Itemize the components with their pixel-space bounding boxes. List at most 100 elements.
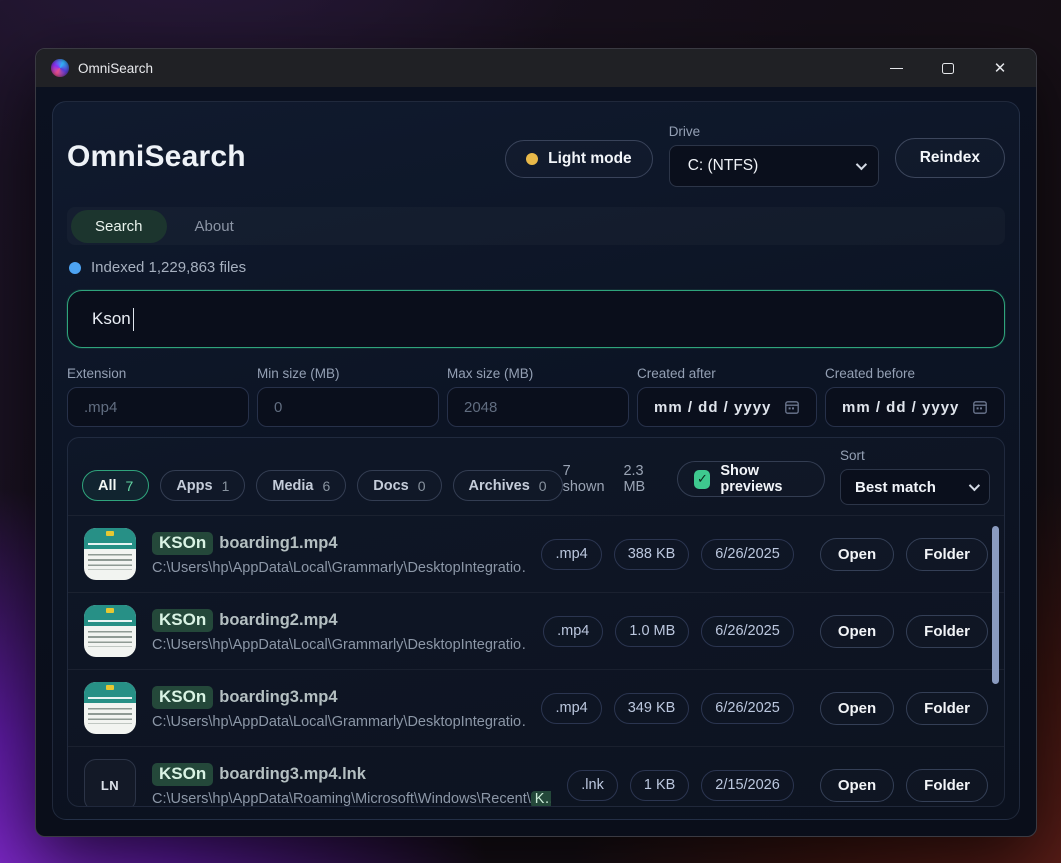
- results-panel: All 7 Apps 1 Media 6 Docs: [67, 437, 1005, 807]
- date-badge: 6/26/2025: [701, 616, 794, 647]
- page-title: OmniSearch: [67, 140, 246, 174]
- result-row[interactable]: KSOn boarding3.mp4 C:\Users\hp\AppData\L…: [68, 669, 1004, 746]
- result-name: KSOn boarding3.mp4.lnk: [152, 763, 551, 786]
- text-caret: [133, 308, 135, 331]
- results-header: All 7 Apps 1 Media 6 Docs: [68, 438, 1004, 515]
- shown-count: 7 shown: [563, 463, 609, 495]
- result-name: KSOn boarding3.mp4: [152, 686, 525, 709]
- filter-created-before: Created before mm / dd / yyyy: [825, 366, 1005, 427]
- filter-extension: Extension: [67, 366, 249, 427]
- result-info: KSOn boarding1.mp4 C:\Users\hp\AppData\L…: [152, 532, 525, 576]
- ext-badge: .lnk: [567, 770, 618, 801]
- result-path: C:\Users\hp\AppData\Local\Grammarly\Desk…: [152, 637, 527, 653]
- created-after-input[interactable]: mm / dd / yyyy: [637, 387, 817, 427]
- drive-selected-value: C: (NTFS): [688, 157, 759, 175]
- open-button[interactable]: Open: [820, 538, 894, 571]
- min-size-label: Min size (MB): [257, 366, 439, 381]
- main-card: OmniSearch Light mode Drive C: (NTFS) Re…: [52, 101, 1020, 820]
- sort-group: Sort Best match: [840, 448, 990, 505]
- path-match-highlight: K…: [531, 791, 552, 807]
- chevron-down-icon: [855, 159, 866, 170]
- max-size-input[interactable]: [447, 387, 629, 427]
- folder-button[interactable]: Folder: [906, 692, 988, 725]
- chevron-down-icon: [969, 480, 980, 491]
- indexed-text: Indexed 1,229,863 files: [91, 259, 246, 276]
- results-stats: 7 shown 2.3 MB ✓ Show previews: [563, 461, 825, 497]
- created-before-label: Created before: [825, 366, 1005, 381]
- result-badges: .lnk 1 KB 2/15/2026 Open Folder: [567, 769, 988, 802]
- open-button[interactable]: Open: [820, 769, 894, 802]
- result-name: KSOn boarding2.mp4: [152, 609, 527, 632]
- min-size-input[interactable]: [257, 387, 439, 427]
- video-preview-thumbnail: [84, 528, 136, 580]
- filter-max-size: Max size (MB): [447, 366, 629, 427]
- folder-button[interactable]: Folder: [906, 769, 988, 802]
- drive-label: Drive: [669, 124, 879, 139]
- match-highlight: KSOn: [152, 763, 213, 786]
- extension-label: Extension: [67, 366, 249, 381]
- title-bar[interactable]: OmniSearch ✕: [36, 49, 1036, 87]
- created-after-label: Created after: [637, 366, 817, 381]
- chip-docs[interactable]: Docs 0: [357, 470, 441, 501]
- desktop: { "window": { "title": "OmniSearch" }, "…: [0, 0, 1061, 863]
- match-highlight: KSOn: [152, 532, 213, 555]
- chip-media[interactable]: Media 6: [256, 470, 346, 501]
- filter-min-size: Min size (MB): [257, 366, 439, 427]
- search-input[interactable]: Kson: [67, 290, 1005, 348]
- window-title: OmniSearch: [78, 61, 153, 76]
- extension-input[interactable]: [67, 387, 249, 427]
- scrollbar-thumb[interactable]: [992, 526, 999, 684]
- filter-created-after: Created after mm / dd / yyyy: [637, 366, 817, 427]
- ext-badge: .mp4: [541, 693, 601, 724]
- date-badge: 6/26/2025: [701, 693, 794, 724]
- reindex-button[interactable]: Reindex: [895, 138, 1005, 178]
- chip-archives[interactable]: Archives 0: [453, 470, 563, 501]
- search-query-text: Kson: [92, 309, 131, 329]
- tab-about[interactable]: About: [195, 218, 234, 235]
- total-size: 2.3 MB: [623, 463, 662, 495]
- chip-all[interactable]: All 7: [82, 470, 149, 501]
- date-badge: 2/15/2026: [701, 770, 794, 801]
- checkbox-checked-icon: ✓: [694, 470, 710, 489]
- result-info: KSOn boarding3.mp4 C:\Users\hp\AppData\L…: [152, 686, 525, 730]
- minimize-button[interactable]: [870, 49, 922, 87]
- match-highlight: KSOn: [152, 686, 213, 709]
- sort-select[interactable]: Best match: [840, 469, 990, 505]
- open-button[interactable]: Open: [820, 692, 894, 725]
- created-after-value: mm / dd / yyyy: [654, 399, 771, 416]
- drive-select[interactable]: C: (NTFS): [669, 145, 879, 187]
- header: OmniSearch Light mode Drive C: (NTFS) Re…: [67, 124, 1005, 187]
- video-preview-thumbnail: [84, 682, 136, 734]
- ext-badge: .mp4: [543, 616, 603, 647]
- header-controls: Light mode Drive C: (NTFS) Reindex: [505, 124, 1005, 187]
- created-before-value: mm / dd / yyyy: [842, 399, 959, 416]
- light-mode-toggle[interactable]: Light mode: [505, 140, 653, 178]
- created-before-input[interactable]: mm / dd / yyyy: [825, 387, 1005, 427]
- calendar-icon[interactable]: [784, 399, 800, 415]
- video-preview-thumbnail: [84, 605, 136, 657]
- maximize-button[interactable]: [922, 49, 974, 87]
- minimize-icon: [890, 68, 903, 69]
- calendar-icon[interactable]: [972, 399, 988, 415]
- result-row[interactable]: KSOn boarding2.mp4 C:\Users\hp\AppData\L…: [68, 592, 1004, 669]
- result-info: KSOn boarding3.mp4.lnk C:\Users\hp\AppDa…: [152, 763, 551, 807]
- result-row[interactable]: KSOn boarding1.mp4 C:\Users\hp\AppData\L…: [68, 515, 1004, 592]
- size-badge: 349 KB: [614, 693, 690, 724]
- light-mode-label: Light mode: [548, 150, 632, 168]
- result-badges: .mp4 349 KB 6/26/2025 Open Folder: [541, 692, 988, 725]
- result-path: C:\Users\hp\AppData\Local\Grammarly\Desk…: [152, 714, 525, 730]
- category-chips: All 7 Apps 1 Media 6 Docs: [82, 470, 563, 501]
- open-button[interactable]: Open: [820, 615, 894, 648]
- result-path: C:\Users\hp\AppData\Roaming\Microsoft\Wi…: [152, 791, 551, 807]
- close-button[interactable]: ✕: [974, 49, 1026, 87]
- folder-button[interactable]: Folder: [906, 538, 988, 571]
- result-row[interactable]: LN KSOn boarding3.mp4.lnk C:\Users\hp\Ap…: [68, 746, 1004, 807]
- tab-search[interactable]: Search: [71, 210, 167, 243]
- sort-label: Sort: [840, 448, 990, 463]
- app-logo-icon: [51, 59, 69, 77]
- tab-bar: Search About: [67, 207, 1005, 245]
- chip-apps[interactable]: Apps 1: [160, 470, 245, 501]
- folder-button[interactable]: Folder: [906, 615, 988, 648]
- window-body: OmniSearch Light mode Drive C: (NTFS) Re…: [36, 87, 1036, 836]
- show-previews-toggle[interactable]: ✓ Show previews: [677, 461, 825, 497]
